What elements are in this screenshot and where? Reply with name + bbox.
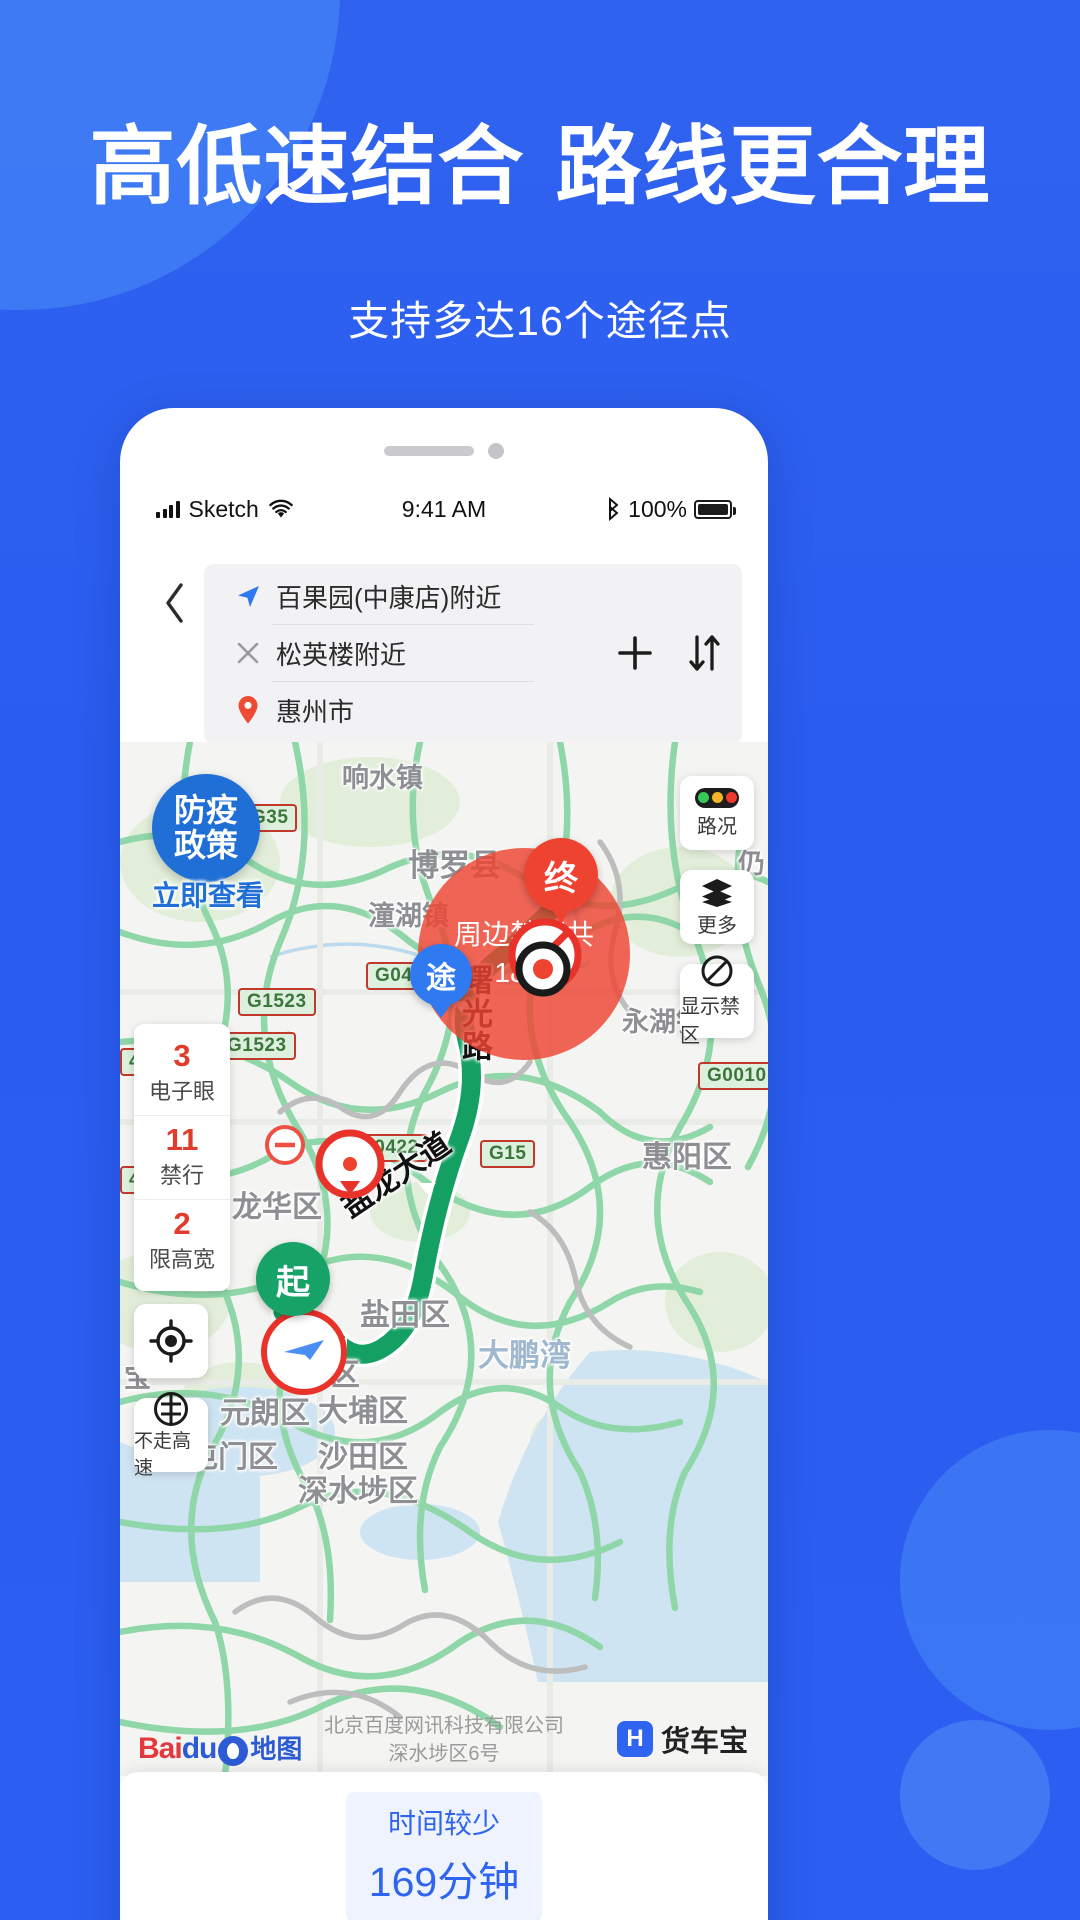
route-options-tabs: 时间较少 169分钟 [120,1772,768,1920]
signal-bars-icon [156,500,180,518]
stat-value: 3 [173,1038,191,1073]
back-button[interactable] [146,564,204,642]
map-place-label: 惠阳区 [642,1141,732,1174]
battery-percent-label: 100% [628,495,687,522]
map-pin-icon [224,695,272,725]
add-waypoint-button[interactable] [613,631,657,675]
app-brand-name: 货车宝 [660,1726,748,1758]
status-bar: Sketch 9:41 AM 100% [120,486,768,532]
traffic-button-label: 路况 [697,815,737,838]
close-x-icon[interactable] [224,640,272,666]
status-bar-left: Sketch [156,496,294,523]
covid-badge-circle: 防疫 政策 [152,774,260,882]
covid-badge-cta[interactable]: 立即查看 [152,874,264,914]
carrier-label: Sketch [188,495,259,522]
speaker-grille-icon [384,446,474,456]
route-option-tab-fastest[interactable]: 时间较少 169分钟 [346,1792,542,1920]
phone-mockup: Sketch 9:41 AM 100% 百果园(中康店)附近 松英楼附近 惠州市… [120,408,768,1920]
promo-subheadline: 支持多达16个途径点 [348,298,732,344]
waypoint-marker[interactable]: 途 [410,944,472,1006]
stat-label: 限高宽 [148,1247,215,1273]
map-place-label: 盐田区 [360,1299,450,1332]
wifi-icon [268,499,294,519]
no-highway-icon [152,1390,190,1428]
huochebao-logo-icon: H [616,1721,653,1757]
map-water-label: 大鹏湾 [478,1338,571,1373]
battery-full-icon [694,499,736,519]
route-fields-card: 百果园(中康店)附近 松英楼附近 惠州市 [204,564,742,744]
highway-shield: G0010 [698,1062,768,1090]
start-marker[interactable]: 起 [256,1242,330,1316]
app-brand-logo: H 货车宝 [616,1718,748,1760]
highway-shield: G1523 [238,988,316,1016]
route-option-title: 时间较少 [387,1808,500,1839]
front-camera-icon [488,443,504,459]
restricted-point-icon [515,941,571,997]
map-place-label: 深水埗区 [298,1475,418,1508]
route-actions [592,568,742,738]
route-field-origin-value: 百果园(中康店)附近 [276,582,502,613]
route-fields-list: 百果园(中康店)附近 松英楼附近 惠州市 [204,568,592,738]
covid-policy-badge[interactable]: 防疫 政策 立即查看 [152,774,264,914]
show-restricted-zone-button[interactable]: 显示禁区 [680,955,754,1047]
stat-row-height-width[interactable]: 2 限高宽 [134,1199,230,1283]
route-field-destination[interactable]: 惠州市 [204,682,592,738]
phone-notch [120,440,768,462]
layers-icon [700,877,734,907]
no-entry-small-icon [265,1125,305,1165]
route-options-sheet: 时间较少 169分钟 [120,1772,768,1920]
no-entry-overlay-icon [315,1129,385,1199]
stat-row-camera[interactable]: 3 电子眼 [134,1032,230,1115]
route-option-duration: 169分钟 [368,1859,520,1905]
more-layers-button-label: 更多 [697,914,737,937]
avoid-highway-button-label: 不走高速 [134,1431,192,1479]
traffic-light-icon [695,787,739,808]
route-field-waypoint-value: 松英楼附近 [276,639,407,670]
covid-badge-line2: 政策 [173,827,238,863]
avoid-highway-button[interactable]: 不走高速 [134,1392,208,1479]
decorative-blob-bottom-right [900,1720,1050,1870]
promo-headline: 高低速结合 路线更合理 [89,117,991,217]
route-field-destination-value: 惠州市 [276,696,355,727]
stat-label: 电子眼 [148,1079,215,1105]
stat-value: 11 [165,1122,199,1158]
end-marker[interactable]: 终 [524,838,598,912]
locate-button[interactable] [134,1304,208,1378]
route-field-waypoint[interactable]: 松英楼附近 [204,625,592,681]
bluetooth-icon [606,497,621,521]
map-place-label: 响水镇 [342,763,423,793]
swap-vertical-button[interactable] [687,631,721,675]
stat-label: 禁行 [159,1163,204,1189]
covid-badge-line1: 防疫 [173,791,238,828]
more-layers-button[interactable]: 更多 [680,870,754,944]
traffic-button[interactable]: 路况 [680,776,754,850]
decorative-blob-right [900,1430,1080,1730]
map-right-controls: 路况 更多 显示禁区 [680,776,754,1047]
stat-value: 2 [173,1206,191,1242]
highway-shield: G15 [480,1140,536,1168]
stat-row-restricted[interactable]: 11 禁行 [134,1115,230,1199]
route-field-origin[interactable]: 百果园(中康店)附近 [204,568,592,624]
navigation-arrow-icon [224,582,272,610]
current-location-overlay-icon [261,1309,347,1395]
no-entry-icon [700,954,734,988]
status-bar-right: 100% [606,495,736,523]
map-view[interactable]: 响水镇 博罗县 潼湖镇 永湖镇 惠阳区 仍 区 龙华区 盐田区 北区 大埔区 元… [120,742,768,1776]
route-input-panel: 百果园(中康店)附近 松英楼附近 惠州市 [120,550,768,744]
map-left-controls: 不走高速 [134,1304,208,1479]
show-restricted-zone-button-label: 显示禁区 [680,996,740,1047]
route-restriction-stats[interactable]: 3 电子眼 11 禁行 2 限高宽 [134,1024,230,1292]
locate-crosshair-icon [149,1319,193,1363]
